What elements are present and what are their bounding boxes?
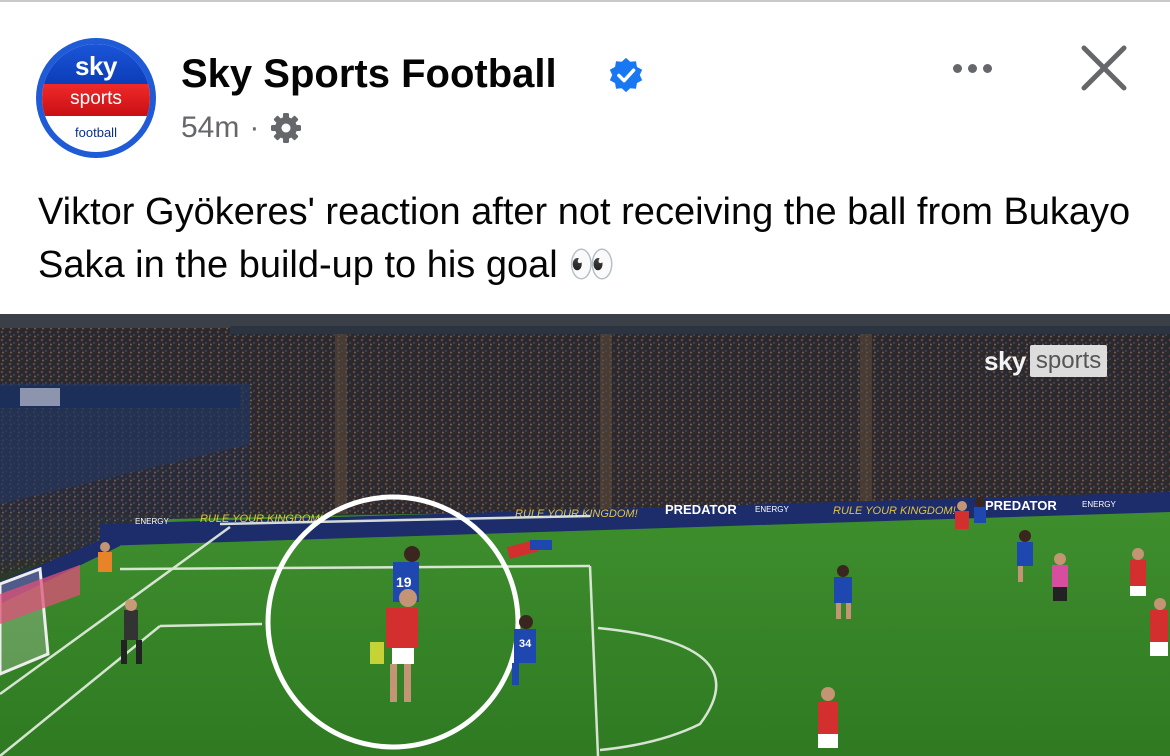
board-energy-1: ENERGY [755,505,789,514]
post-caption: Viktor Gyökeres' reaction after not rece… [38,191,1131,286]
sky-sports-football-logo: sky sports football [42,44,150,152]
top-divider [0,0,1170,2]
close-icon[interactable] [1078,42,1130,94]
board-energy-2: ENERGY [1082,500,1116,509]
match-footage: PREDATOR ENERGY RULE YOUR KINGDOM! PREDA… [0,314,1170,756]
board-rule-2: RULE YOUR KINGDOM! [833,505,956,517]
post-video[interactable]: PREDATOR ENERGY RULE YOUR KINGDOM! PREDA… [0,314,1170,756]
logo-sky-text: sky [75,51,117,81]
gear-icon[interactable] [269,111,303,145]
post-timestamp[interactable]: 54m [181,110,239,146]
board-predator-2: PREDATOR [985,498,1057,513]
board-predator-1: PREDATOR [665,502,737,517]
ellipsis-icon [952,63,962,73]
page-name[interactable]: Sky Sports Football [181,52,557,96]
more-options-button[interactable] [944,50,1000,86]
logo-football-text: football [75,125,117,140]
svg-text:34: 34 [519,638,532,650]
verified-badge-icon [609,57,643,93]
meta-separator: · [249,111,260,144]
board-energy-3: ENERGY [135,517,169,526]
logo-sports-text: sports [70,88,122,109]
sky-sports-watermark: sky sports [984,344,1108,378]
svg-text:19: 19 [396,574,412,590]
avatar[interactable]: sky sports football [36,38,156,158]
post-meta: 54m · [181,110,303,146]
